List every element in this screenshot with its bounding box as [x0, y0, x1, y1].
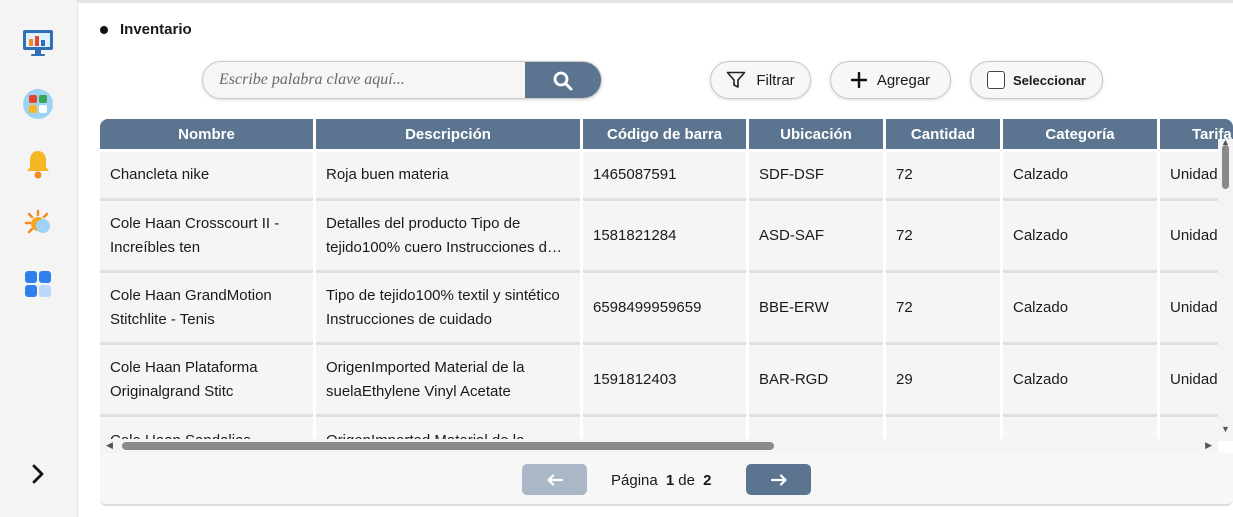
day-night-icon[interactable] [22, 208, 54, 240]
main-content: Inventario Filtrar Agregar [78, 3, 1233, 517]
pagination: Página 1 de 2 [100, 453, 1233, 506]
cell-descripcion: OrigenImported Material de la [316, 417, 580, 441]
cell-codigo [583, 417, 746, 441]
cell-categoria: Calzado [1003, 201, 1157, 273]
search-button[interactable] [525, 62, 601, 98]
cell-descripcion: Roja buen materia [316, 152, 580, 201]
table-header-row: Nombre Descripción Código de barra Ubica… [100, 119, 1233, 152]
page-title-text: Inventario [120, 21, 192, 38]
search-icon [553, 71, 573, 90]
total-pages: 2 [703, 472, 712, 489]
column-header[interactable]: Descripción [316, 119, 580, 152]
cell-descripcion: Detalles del producto Tipo de tejido100%… [316, 201, 580, 273]
table-row[interactable]: Cole Haan Crosscourt II - Increíbles ten… [100, 201, 1233, 273]
plus-icon [850, 72, 867, 88]
cell-cantidad [886, 417, 1000, 441]
page-prefix: Página [611, 472, 658, 489]
monitor-chart-icon[interactable] [22, 26, 54, 58]
app-window: Inventario Filtrar Agregar [0, 0, 1233, 517]
column-header[interactable]: Cantidad [886, 119, 1000, 152]
column-header[interactable]: Nombre [100, 119, 313, 152]
cell-nombre: Cole Haan GrandMotion Stitchlite - Tenis [100, 273, 313, 345]
search-bar [202, 61, 602, 99]
current-page: 1 [665, 472, 675, 489]
cell-ubicacion: SDF-DSF [749, 152, 883, 201]
select-button[interactable]: Seleccionar [970, 61, 1103, 99]
scroll-right-icon[interactable]: ▶ [1205, 440, 1212, 451]
cell-cantidad: 29 [886, 345, 1000, 417]
column-header[interactable]: Código de barra [583, 119, 746, 152]
cell-nombre: Chancleta nike [100, 152, 313, 201]
horizontal-scrollbar[interactable]: ◀ ▶ [100, 439, 1218, 453]
cell-ubicacion: ASD-SAF [749, 201, 883, 273]
table-row[interactable]: Cole Haan GrandMotion Stitchlite - Tenis… [100, 273, 1233, 345]
table-row[interactable]: Cole Haan Plataforma Originalgrand Stitc… [100, 345, 1233, 417]
search-input[interactable] [203, 62, 527, 98]
filter-button[interactable]: Filtrar [710, 61, 811, 99]
next-page-button[interactable] [746, 464, 811, 495]
arrow-right-icon [770, 473, 787, 486]
chevron-right-icon[interactable] [26, 460, 50, 488]
cell-cantidad: 72 [886, 152, 1000, 201]
cell-codigo: 1581821284 [583, 201, 746, 273]
page-title: Inventario [100, 21, 192, 38]
horizontal-scroll-thumb[interactable] [122, 442, 774, 450]
cell-codigo: 1591812403 [583, 345, 746, 417]
page-indicator: Página 1 de 2 [611, 472, 715, 489]
inventory-table: Nombre Descripción Código de barra Ubica… [100, 119, 1233, 441]
cell-categoria: Calzado [1003, 152, 1157, 201]
vertical-scroll-thumb[interactable] [1222, 145, 1229, 189]
scroll-down-icon[interactable]: ▼ [1221, 424, 1230, 434]
column-header[interactable]: Categoría [1003, 119, 1157, 152]
cell-cantidad: 72 [886, 273, 1000, 345]
select-label: Seleccionar [1013, 72, 1086, 88]
funnel-icon [727, 71, 746, 88]
cell-ubicacion [749, 417, 883, 441]
scroll-left-icon[interactable]: ◀ [106, 440, 113, 451]
bullet-icon [100, 25, 108, 34]
column-header[interactable]: Ubicación [749, 119, 883, 152]
select-checkbox[interactable] [987, 71, 1005, 89]
arrow-left-icon [546, 473, 563, 486]
cell-categoria: Calzado [1003, 273, 1157, 345]
page-separator: de [678, 472, 695, 489]
cell-codigo: 6598499959659 [583, 273, 746, 345]
cell-ubicacion: BAR-RGD [749, 345, 883, 417]
cell-categoria [1003, 417, 1157, 441]
apps-palette-icon[interactable] [22, 88, 54, 120]
sidebar [0, 0, 78, 517]
filter-label: Filtrar [756, 71, 795, 89]
cell-nombre: Cole Haan Sandalias [100, 417, 313, 441]
cell-nombre: Cole Haan Crosscourt II - Increíbles ten [100, 201, 313, 273]
table-row[interactable]: Cole Haan Sandalias OrigenImported Mater… [100, 417, 1233, 441]
prev-page-button[interactable] [522, 464, 587, 495]
cell-descripcion: OrigenImported Material de la suelaEthyl… [316, 345, 580, 417]
add-button[interactable]: Agregar [830, 61, 951, 99]
cell-codigo: 1465087591 [583, 152, 746, 201]
add-label: Agregar [876, 71, 931, 89]
grid-icon[interactable] [22, 268, 54, 300]
cell-descripcion: Tipo de tejido100% textil y sintético In… [316, 273, 580, 345]
cell-categoria: Calzado [1003, 345, 1157, 417]
bell-icon[interactable] [22, 148, 54, 180]
cell-cantidad: 72 [886, 201, 1000, 273]
vertical-scrollbar[interactable]: ▲ ▼ [1218, 137, 1233, 434]
cell-nombre: Cole Haan Plataforma Originalgrand Stitc [100, 345, 313, 417]
cell-ubicacion: BBE-ERW [749, 273, 883, 345]
table-row[interactable]: Chancleta nike Roja buen materia 1465087… [100, 152, 1233, 201]
